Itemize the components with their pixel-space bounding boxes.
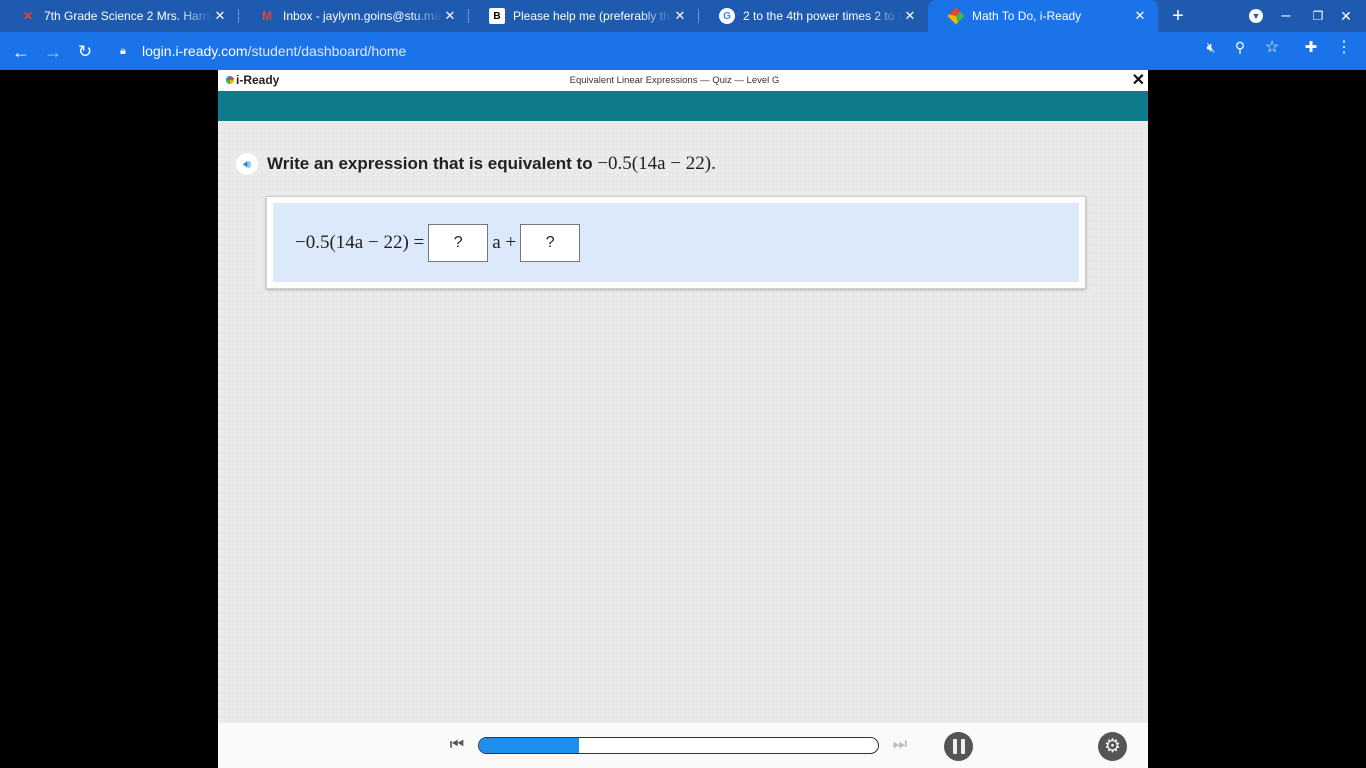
answer-card: −0.5(14a − 22) = ? a + ?: [266, 196, 1086, 289]
brainly-icon: B: [489, 8, 505, 24]
progress-fill: [479, 738, 579, 753]
header-band: [218, 91, 1148, 121]
skip-back-icon[interactable]: ⏮: [446, 735, 468, 755]
pause-button[interactable]: [944, 732, 973, 761]
lesson-footer: ⏮ ⏭ ⚙: [218, 723, 1148, 768]
tab-brainly[interactable]: B Please help me (preferably the ✕: [469, 0, 698, 32]
close-icon[interactable]: ✕: [212, 8, 228, 24]
iready-icon: [947, 7, 965, 25]
tab-title: Please help me (preferably the: [513, 9, 672, 23]
restore-icon[interactable]: ❐: [1308, 6, 1328, 26]
pause-bar: [960, 739, 965, 754]
question-area: 🔊︎ Write an expression that is equivalen…: [218, 121, 1148, 723]
tab-title: Math To Do, i-Ready: [972, 9, 1082, 23]
equation-middle: a +: [492, 232, 517, 253]
tab-science[interactable]: ✕ 7th Grade Science 2 Mrs. Harris ✕: [0, 0, 238, 32]
tab-title: 2 to the 4th power times 2 to the: [743, 9, 902, 23]
tab-title: Inbox - jaylynn.goins@stu.madison: [283, 9, 442, 23]
close-icon[interactable]: ✕: [672, 8, 688, 24]
skip-forward-icon[interactable]: ⏭: [889, 735, 911, 755]
menu-kebab-icon[interactable]: ⋮: [1335, 38, 1353, 56]
reload-icon[interactable]: ↻: [74, 41, 96, 63]
answer-box-coefficient[interactable]: ?: [428, 224, 489, 262]
browser-toolbar: ← → ↻ 🔒︎ login.i-ready.com/student/dashb…: [0, 32, 1366, 70]
tab-search-icon[interactable]: ▼: [1246, 6, 1266, 26]
settings-gear-icon[interactable]: ⚙: [1098, 732, 1127, 761]
tab-title: 7th Grade Science 2 Mrs. Harris: [44, 9, 212, 23]
close-lesson-icon[interactable]: ✕: [1132, 70, 1145, 90]
answer-panel: −0.5(14a − 22) = ? a + ?: [273, 203, 1079, 282]
equation-lhs: −0.5(14a − 22) =: [295, 232, 425, 253]
question-prompt: Write an expression that is equivalent t…: [267, 153, 716, 175]
url-text: login.i-ready.com/student/dashboard/home: [142, 43, 407, 59]
close-window-icon[interactable]: ✕: [1336, 6, 1356, 26]
lesson-title: Equivalent Linear Expressions — Quiz — L…: [569, 75, 780, 86]
tab-inbox[interactable]: M Inbox - jaylynn.goins@stu.madison ✕: [239, 0, 468, 32]
prompt-math: −0.5(14a − 22).: [597, 153, 716, 174]
lock-icon: 🔒︎: [120, 44, 126, 57]
blocked-sound-icon[interactable]: 🔇︎: [1202, 38, 1220, 56]
answer-box-constant[interactable]: ?: [520, 224, 581, 262]
google-icon: G: [719, 8, 735, 24]
close-icon[interactable]: ✕: [442, 8, 458, 24]
minimize-icon[interactable]: –: [1276, 6, 1296, 26]
bookmark-star-icon[interactable]: ☆: [1263, 38, 1281, 56]
back-arrow-icon[interactable]: ←: [10, 41, 32, 63]
x-icon: ✕: [22, 9, 34, 23]
equation: −0.5(14a − 22) = ? a + ?: [291, 224, 581, 262]
pause-bar: [952, 739, 957, 754]
address-bar[interactable]: 🔒︎ login.i-ready.com/student/dashboard/h…: [108, 36, 1288, 66]
forward-arrow-icon[interactable]: →: [42, 41, 64, 63]
new-tab-icon[interactable]: +: [1168, 5, 1188, 27]
progress-bar: [478, 737, 879, 754]
extensions-puzzle-icon[interactable]: ✚: [1302, 38, 1320, 56]
speaker-icon[interactable]: 🔊︎: [236, 153, 258, 175]
tab-google[interactable]: G 2 to the 4th power times 2 to the ✕: [699, 0, 928, 32]
close-icon[interactable]: ✕: [1132, 8, 1148, 24]
app-header: i-Ready Equivalent Linear Expressions — …: [218, 70, 1148, 91]
prompt-text: Write an expression that is equivalent t…: [267, 154, 598, 173]
browser-tabbar: ✕ 7th Grade Science 2 Mrs. Harris ✕ M In…: [0, 0, 1366, 32]
tab-iready[interactable]: Math To Do, i-Ready ✕: [928, 0, 1158, 32]
iready-app: i-Ready Equivalent Linear Expressions — …: [218, 70, 1148, 768]
zoom-icon[interactable]: ⚲: [1231, 38, 1249, 56]
close-icon[interactable]: ✕: [902, 8, 918, 24]
gmail-icon: M: [262, 9, 272, 23]
